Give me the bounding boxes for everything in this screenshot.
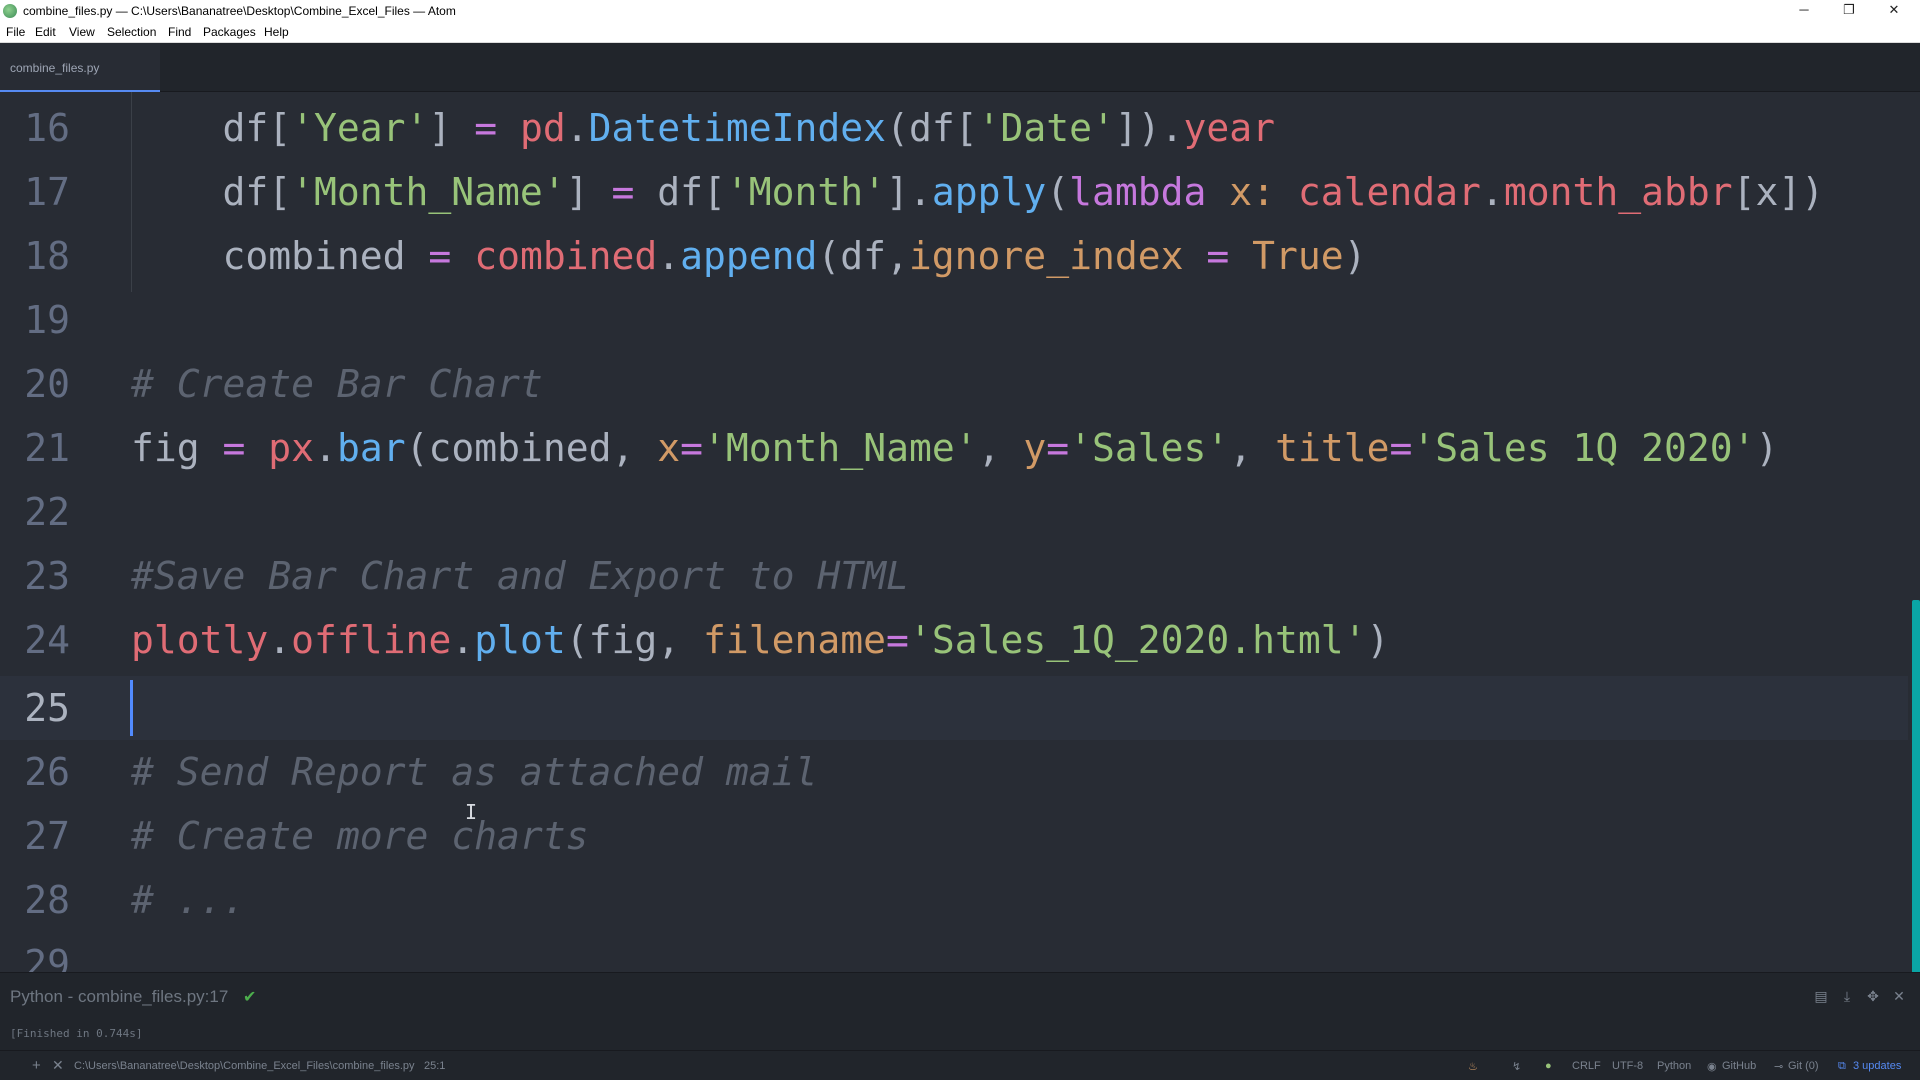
menu-view[interactable]: View (69, 25, 95, 39)
current-line-highlight (0, 676, 1908, 740)
line-number: 24 (24, 618, 70, 662)
code-line-16: df['Year'] = pd.DatetimeIndex(df['Date']… (222, 106, 1276, 150)
line-number-current: 25 (24, 686, 70, 730)
git-button[interactable]: Git (0) (1788, 1060, 1819, 1072)
status-dot-icon: ● (1545, 1060, 1552, 1072)
close-window-button[interactable]: ✕ (1872, 0, 1916, 22)
file-path[interactable]: C:\Users\Bananatree\Desktop\Combine_Exce… (74, 1060, 415, 1072)
line-ending[interactable]: CRLF (1572, 1060, 1601, 1072)
code-line-27: # Create more charts (131, 814, 589, 858)
line-number: 26 (24, 750, 70, 794)
tab-label: combine_files.py (10, 61, 100, 75)
maximize-button[interactable]: ❐ (1827, 0, 1871, 22)
window-title: combine_files.py — C:\Users\Bananatree\D… (23, 4, 456, 18)
panel-title: Python - combine_files.py:17 (10, 987, 229, 1006)
menu-file[interactable]: File (6, 25, 25, 39)
add-terminal-icon[interactable]: + (32, 1057, 41, 1074)
menu-help[interactable]: Help (264, 25, 289, 39)
code-line-26: # Send Report as attached mail (131, 750, 818, 794)
updates-icon[interactable]: ⧉ (1838, 1060, 1846, 1073)
panel-output-text: [Finished in 0.744s] (10, 1027, 143, 1040)
line-number: 23 (24, 554, 70, 598)
minimize-button[interactable]: ─ (1782, 0, 1826, 22)
line-number: 17 (24, 170, 70, 214)
line-number: 22 (24, 490, 70, 534)
git-icon[interactable]: ⊸ (1774, 1060, 1783, 1073)
code-editor[interactable]: 16 17 18 19 20 21 22 23 24 25 26 27 28 2… (0, 92, 1920, 972)
line-number: 21 (24, 426, 70, 470)
code-line-21: fig = px.bar(combined, x='Month_Name', y… (131, 426, 1779, 470)
code-line-28: # ... (131, 878, 246, 922)
line-number: 27 (24, 814, 70, 858)
download-output-icon[interactable]: ⤓ (1838, 987, 1856, 1005)
menu-find[interactable]: Find (168, 25, 191, 39)
status-bar: + ✕ C:\Users\Bananatree\Desktop\Combine_… (0, 1050, 1920, 1080)
copy-output-icon[interactable]: ▤ (1812, 987, 1830, 1005)
code-line-18: combined = combined.append(df,ignore_ind… (222, 234, 1367, 278)
menu-selection[interactable]: Selection (107, 25, 156, 39)
line-number: 18 (24, 234, 70, 278)
tab-bar: combine_files.py (0, 43, 1920, 92)
github-icon[interactable]: ◉ (1707, 1060, 1717, 1073)
atom-app-icon (3, 4, 17, 18)
menu-edit[interactable]: Edit (35, 25, 56, 39)
vertical-scrollbar[interactable] (1912, 600, 1920, 972)
success-check-icon: ✔ (243, 989, 257, 1006)
github-button[interactable]: GitHub (1722, 1060, 1756, 1072)
file-encoding[interactable]: UTF-8 (1612, 1060, 1643, 1072)
close-terminal-icon[interactable]: ✕ (52, 1057, 64, 1074)
window-titlebar: combine_files.py — C:\Users\Bananatree\D… (0, 0, 1920, 22)
code-line-17: df['Month_Name'] = df['Month'].apply(lam… (222, 170, 1825, 214)
menu-packages[interactable]: Packages (203, 25, 256, 39)
teletype-icon[interactable]: ↯ (1512, 1060, 1521, 1073)
broadcast-icon[interactable]: ♨ (1468, 1060, 1478, 1073)
code-line-24: plotly.offline.plot(fig, filename='Sales… (131, 618, 1390, 662)
line-number: 19 (24, 298, 70, 342)
line-number: 20 (24, 362, 70, 406)
updates-button[interactable]: 3 updates (1853, 1060, 1901, 1072)
script-output-panel: Python - combine_files.py:17 ✔ [Finished… (0, 972, 1920, 1050)
line-number: 28 (24, 878, 70, 922)
grammar-selector[interactable]: Python (1657, 1060, 1691, 1072)
cursor-position[interactable]: 25:1 (424, 1060, 445, 1072)
code-line-23: #Save Bar Chart and Export to HTML (131, 554, 909, 598)
text-cursor (130, 680, 133, 736)
ibeam-cursor-icon: I (465, 800, 478, 824)
menu-bar: File Edit View Selection Find Packages H… (0, 22, 1920, 43)
move-panel-icon[interactable]: ✥ (1864, 987, 1882, 1005)
line-number: 29 (24, 942, 70, 972)
close-panel-icon[interactable]: ✕ (1890, 987, 1908, 1005)
code-line-20: # Create Bar Chart (131, 362, 543, 406)
line-number: 16 (24, 106, 70, 150)
tab-combine-files[interactable]: combine_files.py (0, 43, 160, 92)
